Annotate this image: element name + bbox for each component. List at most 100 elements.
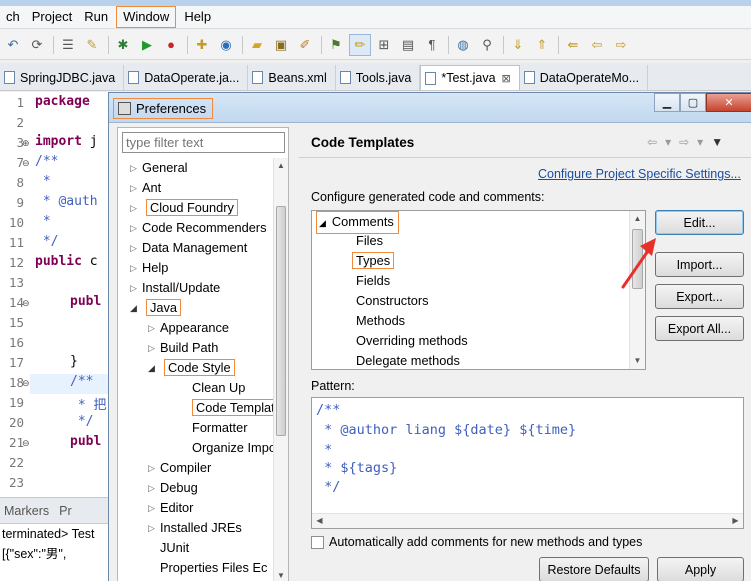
debug-icon[interactable]: ✱	[112, 34, 134, 56]
close-icon[interactable]: ✕	[706, 93, 751, 112]
collapse-arrow-icon[interactable]: ◢	[148, 358, 155, 378]
view-menu-icon[interactable]: ▼	[711, 135, 723, 149]
scroll-up-icon[interactable]: ▲	[630, 211, 645, 227]
fold-collapse-icon[interactable]: ⊖	[22, 438, 30, 449]
tree-item-appearance[interactable]: ▷ Appearance	[144, 318, 229, 338]
expand-arrow-icon[interactable]: ▷	[130, 158, 137, 178]
properties-tab[interactable]: Pr	[59, 504, 72, 518]
editor-tab-active[interactable]: *Test.java ⊠	[420, 65, 520, 90]
tab-close-icon[interactable]: ⊠	[502, 72, 511, 85]
scrollbar-thumb[interactable]	[632, 229, 643, 289]
tree-item-ant[interactable]: ▷ Ant	[126, 178, 161, 198]
tree-item-formatter[interactable]: Formatter	[176, 418, 247, 438]
expand-arrow-icon[interactable]: ▷	[130, 178, 137, 198]
markers-tab[interactable]: Markers	[4, 504, 49, 518]
editor-tab[interactable]: Tools.java	[336, 65, 421, 90]
toggle-icon[interactable]: ⊞	[373, 34, 395, 56]
back-icon[interactable]: ⇦	[586, 34, 608, 56]
tree-item-help[interactable]: ▷ Help	[126, 258, 168, 278]
tree-item-properties-files[interactable]: Properties Files Ec	[144, 558, 267, 578]
tree-item-code-recommenders[interactable]: ▷ Code Recommenders	[126, 218, 266, 238]
highlight-icon[interactable]: ✏	[349, 33, 371, 56]
code-editor[interactable]: 1 2 3 7 8 9 10 11 12 13 14 15 16 17 18 1…	[0, 92, 108, 497]
forward-icon[interactable]: ⇨	[610, 34, 632, 56]
export-button[interactable]: Export...	[655, 284, 744, 309]
template-item[interactable]: Constructors	[356, 291, 429, 311]
auto-comment-checkbox[interactable]	[311, 535, 324, 549]
minimize-icon[interactable]: ▁	[654, 93, 680, 112]
scrollbar-thumb[interactable]	[276, 206, 286, 436]
menu-item-search[interactable]: ch	[0, 7, 26, 27]
expand-arrow-icon[interactable]: ▷	[148, 478, 155, 498]
tree-item-editor[interactable]: ▷ Editor	[144, 498, 193, 518]
scroll-right-icon[interactable]: ▶	[728, 514, 743, 528]
export-all-button[interactable]: Export All...	[655, 316, 744, 341]
fold-collapse-icon[interactable]: ⊖	[22, 298, 30, 309]
restore-defaults-button[interactable]: Restore Defaults	[539, 557, 649, 581]
maximize-icon[interactable]: ▢	[680, 93, 706, 112]
editor-tab[interactable]: DataOperateMo...	[520, 65, 649, 90]
forward-menu-icon[interactable]: ▾	[697, 135, 703, 149]
scroll-down-icon[interactable]: ▼	[630, 353, 645, 369]
expand-arrow-icon[interactable]: ▷	[130, 218, 137, 238]
tree-item-junit[interactable]: JUnit	[144, 538, 189, 558]
tree-item-installed-jres[interactable]: ▷ Installed JREs	[144, 518, 242, 538]
tree-item-cloud-foundry[interactable]: ▷ Cloud Foundry	[126, 198, 238, 218]
template-item[interactable]: Delegate methods	[356, 351, 460, 369]
tree-item-clean-up[interactable]: Clean Up	[176, 378, 245, 398]
pattern-hscrollbar[interactable]: ◀ ▶	[312, 513, 743, 528]
refresh-icon[interactable]: ⟳	[26, 34, 48, 56]
fold-collapse-icon[interactable]: ⊖	[22, 378, 30, 389]
last-edit-icon[interactable]: ⇚	[562, 34, 584, 56]
forward-nav-icon[interactable]: ⇨	[679, 135, 689, 149]
tree-item-general[interactable]: ▷ General	[126, 158, 188, 178]
tree-item-install-update[interactable]: ▷ Install/Update	[126, 278, 220, 298]
run-icon[interactable]: ▶	[136, 34, 158, 56]
whitespace-icon[interactable]: ¶	[421, 34, 443, 56]
scroll-down-icon[interactable]: ▼	[274, 568, 288, 581]
open-type-icon[interactable]: ▣	[270, 34, 292, 56]
scroll-up-icon[interactable]: ▲	[274, 158, 288, 173]
auto-comment-checkbox-row[interactable]: Automatically add comments for new metho…	[311, 535, 642, 549]
new-java-project-icon[interactable]: ✚	[191, 34, 213, 56]
collapse-arrow-icon[interactable]: ◢	[319, 218, 326, 228]
tree-item-build-path[interactable]: ▷ Build Path	[144, 338, 218, 358]
open-folder-icon[interactable]: ▰	[246, 34, 268, 56]
menu-item-window[interactable]: Window	[116, 6, 177, 28]
expand-arrow-icon[interactable]: ▷	[130, 258, 137, 278]
prev-annotation-icon[interactable]: ⇑	[531, 34, 553, 56]
expand-arrow-icon[interactable]: ▷	[130, 198, 137, 218]
back-nav-icon[interactable]: ⇦	[647, 135, 657, 149]
apply-button[interactable]: Apply	[657, 557, 744, 581]
editor-tab[interactable]: Beans.xml	[248, 65, 336, 90]
fold-expand-icon[interactable]: ⊕	[22, 138, 30, 149]
template-item[interactable]: Methods	[356, 311, 405, 331]
expand-arrow-icon[interactable]: ▷	[148, 498, 155, 518]
fold-collapse-icon[interactable]: ⊖	[22, 158, 30, 169]
expand-arrow-icon[interactable]: ▷	[148, 518, 155, 538]
expand-arrow-icon[interactable]: ▷	[130, 278, 137, 298]
template-item-types[interactable]: Types	[352, 251, 395, 271]
menu-item-help[interactable]: Help	[178, 7, 217, 27]
configure-project-settings-link[interactable]: Configure Project Specific Settings...	[538, 167, 741, 181]
template-item[interactable]: Files	[356, 231, 383, 251]
menu-item-run[interactable]: Run	[78, 7, 114, 27]
pen-icon[interactable]: ✐	[294, 34, 316, 56]
expand-arrow-icon[interactable]: ▷	[148, 318, 155, 338]
undo-icon[interactable]: ↶	[2, 34, 24, 56]
external-tools-icon[interactable]: ●	[160, 34, 182, 56]
edit-button[interactable]: Edit...	[655, 210, 744, 235]
menu-item-project[interactable]: Project	[26, 7, 78, 27]
template-item[interactable]: Fields	[356, 271, 390, 291]
import-button[interactable]: Import...	[655, 252, 744, 277]
scroll-left-icon[interactable]: ◀	[312, 514, 327, 528]
expand-arrow-icon[interactable]: ▷	[148, 458, 155, 478]
globe-icon[interactable]: ◍	[452, 34, 474, 56]
editor-tab[interactable]: DataOperate.ja...	[124, 65, 249, 90]
tree-item-compiler[interactable]: ▷ Compiler	[144, 458, 211, 478]
pattern-editor[interactable]: /** * @author liang ${date} ${time} * * …	[311, 397, 744, 529]
template-group-comments[interactable]: ◢ Comments	[316, 211, 399, 234]
expand-arrow-icon[interactable]: ▷	[130, 238, 137, 258]
next-annotation-icon[interactable]: ⇓	[507, 34, 529, 56]
template-list-scrollbar[interactable]: ▲ ▼	[629, 211, 645, 369]
